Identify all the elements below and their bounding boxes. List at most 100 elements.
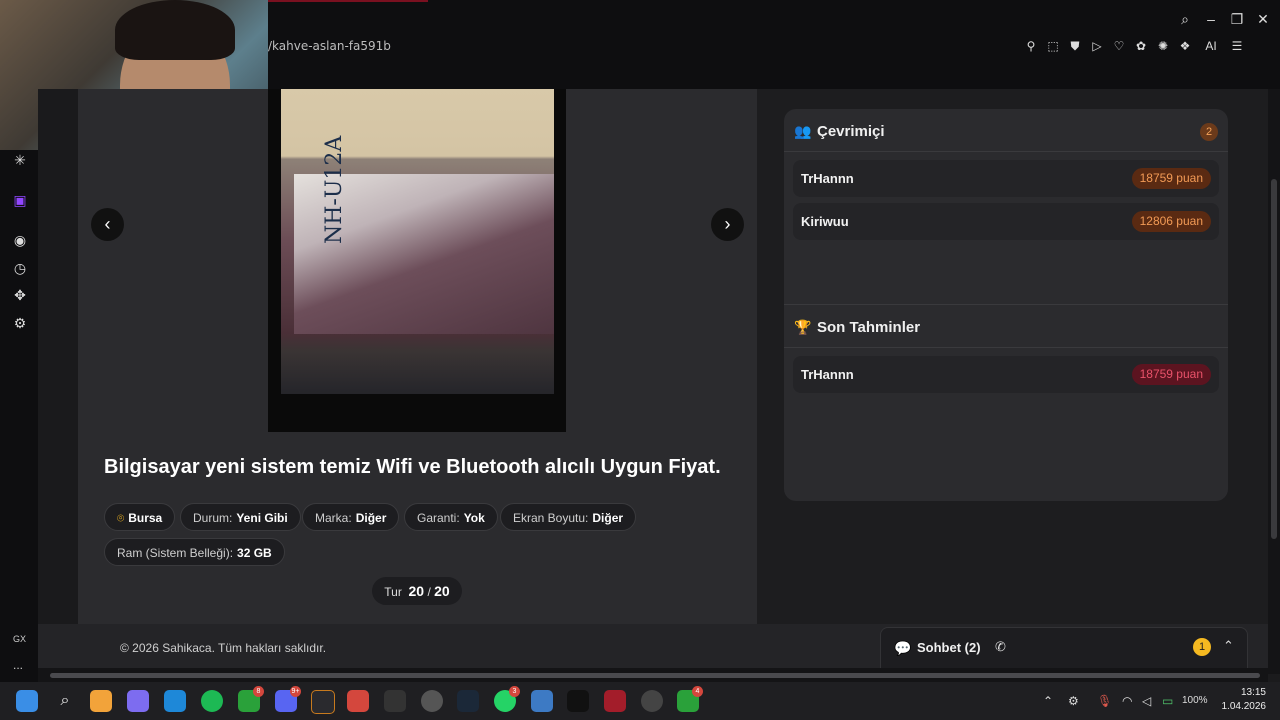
extension-icon[interactable]: ✺: [1156, 38, 1170, 54]
users-icon: 👥: [794, 123, 812, 139]
battery-percent: 100%: [1182, 695, 1208, 706]
play-icon[interactable]: ▷: [1090, 38, 1104, 54]
points-badge: 18759 puan: [1131, 168, 1211, 189]
history-icon[interactable]: ◷: [12, 260, 28, 276]
online-header: 👥 Çevrimiçi 2: [784, 111, 1228, 152]
extension-icon[interactable]: ✿: [1134, 38, 1148, 54]
user-name: TrHannn: [801, 367, 854, 382]
extensions-icon[interactable]: ✥: [12, 287, 28, 303]
time-text: 13:15: [1240, 687, 1266, 698]
prev-photo-button[interactable]: ‹: [91, 208, 124, 241]
user-name: TrHannn: [801, 171, 854, 186]
windows-taskbar: ⌕ 8 9+ 3 4 ⌃ ⚙ 🎙 ◠ ◁ ▭ 100% 13:15 1.04.2…: [0, 682, 1280, 720]
chat-bubble-icon: 💬: [894, 640, 912, 656]
restore-icon[interactable]: ❐: [1230, 10, 1244, 28]
online-user-row[interactable]: Kiriwuu 12806 puan: [793, 203, 1219, 240]
tab-accent: [268, 0, 428, 2]
spec-chip: Garanti: Yok: [404, 503, 498, 531]
start-icon[interactable]: [16, 690, 38, 712]
logitech-icon[interactable]: [567, 690, 589, 712]
horizontal-scrollbar[interactable]: [38, 668, 1268, 682]
whatsapp-icon[interactable]: 3: [494, 686, 520, 712]
extension-toolbar: ⚲ ⬚ ⛊ ▷ ♡ ✿ ✺ ❖ AI ☰: [1024, 38, 1244, 54]
steam-icon[interactable]: [457, 690, 479, 712]
clock[interactable]: 13:15 1.04.2026: [1220, 686, 1267, 714]
chat-label: Sohbet (2): [917, 640, 981, 655]
wifi-icon[interactable]: ◠: [1122, 694, 1132, 708]
copyright-text: © 2026 Sahikaca. Tüm hakları saklıdır.: [120, 641, 327, 655]
address-bar[interactable]: /kahve-aslan-fa591b: [268, 39, 391, 53]
shield-icon[interactable]: ⛊: [1068, 38, 1082, 54]
app-icon[interactable]: [90, 690, 112, 712]
chat-unread-badge: 1: [1193, 638, 1211, 656]
close-icon[interactable]: ✕: [1256, 10, 1270, 28]
phone-icon[interactable]: ✆: [995, 639, 1006, 655]
divider: [784, 304, 1228, 305]
search-icon[interactable]: ⌕: [54, 690, 76, 712]
xbox-icon[interactable]: 8: [238, 686, 264, 712]
opera-gx-icon[interactable]: [311, 690, 335, 714]
predictions-header: 🏆 Son Tahminler: [784, 307, 1228, 348]
epic-games-icon[interactable]: [384, 690, 406, 712]
settings-icon[interactable]: ⚙: [12, 315, 28, 331]
microphone-icon[interactable]: 🎙: [1097, 694, 1112, 708]
chat-bar[interactable]: 💬 Sohbet (2) ✆ 1 ⌃: [880, 627, 1248, 668]
page-scrollbar[interactable]: [1268, 89, 1280, 674]
app-icon[interactable]: [531, 690, 553, 712]
spotify-icon[interactable]: [201, 690, 223, 712]
page-gutter: [38, 89, 78, 624]
online-count-badge: 2: [1200, 123, 1218, 141]
browser-sidebar: ✳ ▣ ◉ ◷ ✥ ⚙ GX ...: [0, 150, 38, 682]
app-icon[interactable]: [641, 690, 663, 712]
spotify-icon[interactable]: ◉: [12, 232, 28, 248]
product-box: NH-U12A: [294, 136, 554, 334]
location-chip: ⌾ Bursa: [104, 503, 176, 531]
location-pin-icon: ⌾: [117, 511, 125, 525]
spec-chip: Ram (Sistem Belleği): 32 GB: [104, 538, 285, 566]
next-photo-button[interactable]: ›: [711, 208, 744, 241]
voicemeeter-icon[interactable]: [604, 690, 626, 712]
copilot-icon[interactable]: [127, 690, 149, 712]
gx-label[interactable]: GX: [13, 634, 26, 644]
spec-chip: Durum: Yeni Gibi: [180, 503, 301, 531]
online-title: Çevrimiçi: [817, 123, 885, 140]
app-icon[interactable]: [347, 690, 369, 712]
battery-icon: ▭: [1162, 694, 1174, 708]
discord-icon[interactable]: 9+: [275, 686, 301, 712]
more-icon[interactable]: ...: [13, 658, 23, 672]
extension-icon[interactable]: ❖: [1178, 38, 1192, 54]
prediction-row[interactable]: TrHannn 18759 puan: [793, 356, 1219, 393]
trophy-icon: 🏆: [794, 319, 812, 335]
chevron-up-icon[interactable]: ⌃: [1223, 638, 1234, 654]
heart-icon[interactable]: ♡: [1112, 38, 1126, 54]
xbox-icon[interactable]: 4: [677, 686, 703, 712]
screenshot-icon[interactable]: ⬚: [1046, 38, 1060, 54]
user-name: Kiriwuu: [801, 214, 849, 229]
spec-chip: Ekran Boyutu: Diğer: [500, 503, 637, 531]
media-player-icon[interactable]: [421, 690, 443, 712]
points-badge: 18759 puan: [1131, 364, 1211, 385]
photo-viewer: NH-U12A: [268, 89, 566, 432]
chevron-up-icon[interactable]: ⌃: [1043, 694, 1053, 708]
listing-title: Bilgisayar yeni sistem temiz Wifi ve Blu…: [104, 456, 721, 478]
minimize-icon[interactable]: –: [1204, 10, 1218, 28]
gx-logo-icon[interactable]: ✳: [12, 152, 28, 168]
online-user-row[interactable]: TrHannn 18759 puan: [793, 160, 1219, 197]
steam-tray-icon[interactable]: ⚙: [1068, 694, 1079, 708]
pin-icon[interactable]: ⚲: [1024, 38, 1038, 54]
box-model-text: NH-U12A: [322, 135, 347, 244]
listing-photo[interactable]: NH-U12A: [281, 89, 554, 394]
spec-chip: Marka: Diğer: [302, 503, 400, 531]
ai-icon[interactable]: AI: [1200, 38, 1222, 54]
date-text: 1.04.2026: [1221, 701, 1267, 712]
speaker-icon[interactable]: ◁: [1142, 694, 1151, 708]
window-controls: ⌕ – ❐ ✕: [1178, 10, 1270, 28]
community-panel: 👥 Çevrimiçi 2 TrHannn 18759 puan Kiriwuu…: [784, 109, 1228, 501]
sidebar-icon[interactable]: ☰: [1230, 38, 1244, 54]
predictions-title: Son Tahminler: [817, 319, 921, 336]
twitch-icon[interactable]: ▣: [12, 192, 28, 208]
edge-icon[interactable]: [164, 690, 186, 712]
round-pager: Tur 20 / 20: [372, 577, 462, 605]
points-badge: 12806 puan: [1131, 211, 1211, 232]
search-icon[interactable]: ⌕: [1178, 10, 1192, 28]
